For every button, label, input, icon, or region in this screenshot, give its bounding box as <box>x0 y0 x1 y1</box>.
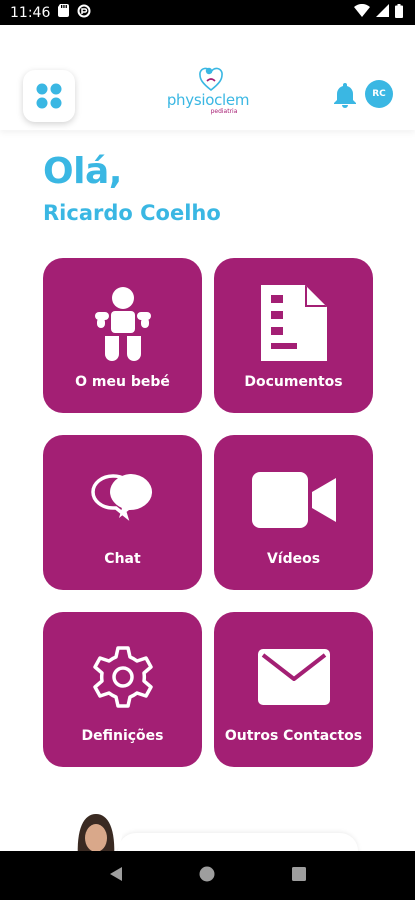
mail-icon <box>257 649 330 705</box>
home-button[interactable] <box>199 866 215 886</box>
recents-square-icon <box>292 866 307 881</box>
battery-icon <box>395 3 403 22</box>
status-time: 11:46 <box>10 4 51 21</box>
status-bar: 11:46 <box>0 0 415 25</box>
user-name: Ricardo Coelho <box>43 201 221 225</box>
tile-label: Documentos <box>244 374 343 390</box>
tile-settings[interactable]: Definições <box>43 612 202 767</box>
tile-label: O meu bebé <box>75 374 170 390</box>
tile-label: Definições <box>81 728 164 744</box>
user-initials: RC <box>372 89 386 99</box>
back-triangle-icon <box>109 866 122 881</box>
document-icon <box>260 285 327 361</box>
recents-button[interactable] <box>291 866 307 886</box>
grid-menu-icon <box>36 83 62 109</box>
heart-logo-icon <box>199 67 223 92</box>
tile-label: Chat <box>104 551 141 567</box>
app-header: physioclem pediatria RC <box>0 25 415 130</box>
notifications-button[interactable] <box>332 81 358 113</box>
wifi-icon <box>354 3 370 21</box>
video-camera-icon <box>251 472 336 528</box>
data-saver-icon <box>77 4 91 22</box>
tile-videos[interactable]: Vídeos <box>214 435 373 590</box>
baby-icon <box>94 286 151 361</box>
tile-my-baby[interactable]: O meu bebé <box>43 258 202 413</box>
back-button[interactable] <box>108 866 124 886</box>
tile-chat[interactable]: Chat <box>43 435 202 590</box>
home-circle-icon <box>199 866 215 881</box>
menu-button[interactable] <box>23 70 75 122</box>
signal-icon <box>376 4 389 21</box>
chat-icon <box>90 474 152 521</box>
bell-icon <box>334 83 356 108</box>
gear-icon <box>92 646 153 708</box>
system-nav-bar <box>0 851 415 900</box>
tile-other-contacts[interactable]: Outros Contactos <box>214 612 373 767</box>
logo-subtitle: pediatria <box>210 108 238 115</box>
sd-card-icon <box>58 4 70 21</box>
tile-label: Outros Contactos <box>224 728 363 744</box>
greeting-title: Olá, <box>43 151 122 192</box>
user-avatar[interactable]: RC <box>365 80 393 108</box>
app-logo: physioclem pediatria <box>158 67 258 127</box>
tile-label: Vídeos <box>266 551 321 567</box>
logo-text: physioclem <box>166 91 250 109</box>
tile-documents[interactable]: Documentos <box>214 258 373 413</box>
